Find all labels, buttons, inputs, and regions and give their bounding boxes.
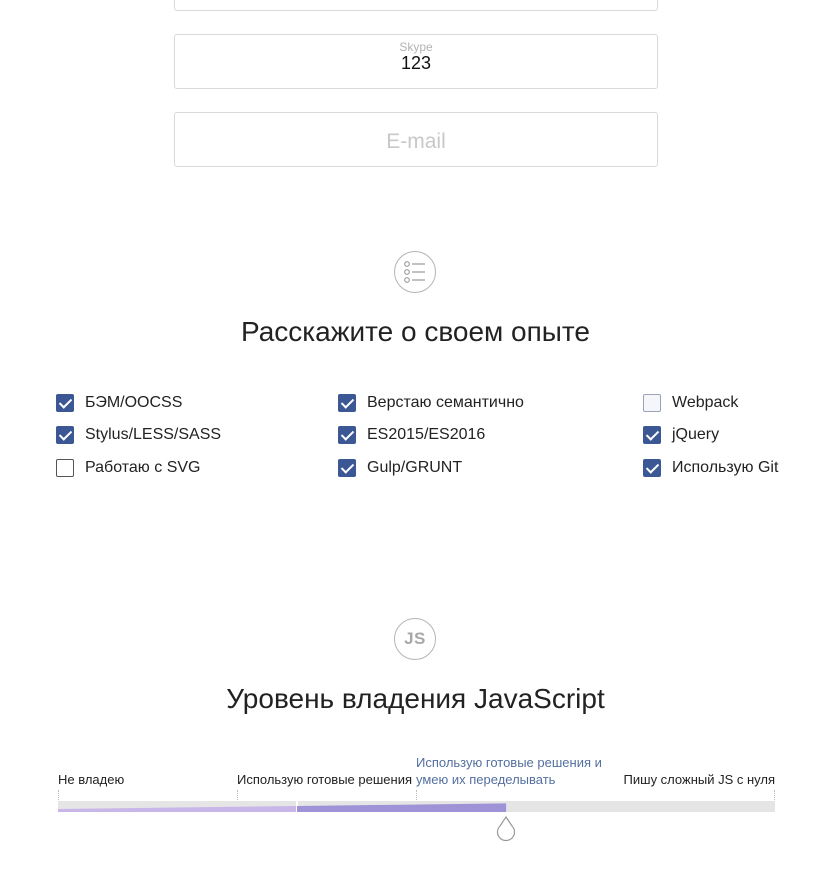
checkbox-label: ES2015/ES2016	[367, 426, 486, 443]
checkbox-checked[interactable]	[338, 459, 356, 477]
checkbox-checked[interactable]	[56, 394, 74, 412]
experience-title: Расскажите о своем опыте	[240, 316, 590, 347]
checkbox-checked[interactable]	[338, 426, 356, 444]
checkbox-label: Верстаю семантично	[367, 394, 524, 411]
checkbox-unchecked[interactable]	[56, 459, 74, 477]
checkbox-item[interactable]: Верстаю семантично	[338, 393, 524, 413]
list-icon	[394, 251, 436, 293]
level-label-2[interactable]: Использую готовые решения и умею их пере…	[416, 754, 606, 788]
checkbox-item[interactable]: Gulp/GRUNT	[338, 458, 462, 478]
checkbox-label: Работаю с SVG	[85, 459, 201, 476]
checkbox-label: Gulp/GRUNT	[367, 459, 463, 476]
checkbox-item[interactable]: БЭМ/OOCSS	[56, 393, 182, 413]
checkbox-item[interactable]: Работаю с SVG	[56, 458, 200, 478]
checkbox-item[interactable]: jQuery	[643, 425, 719, 445]
checkbox-unchecked[interactable]	[643, 394, 661, 412]
slider-handle[interactable]	[495, 816, 517, 842]
js-icon-text: JS	[404, 629, 426, 648]
checkbox-label: Stylus/LESS/SASS	[85, 426, 222, 443]
email-field[interactable]: E-mail	[174, 112, 658, 167]
previous-input-field[interactable]	[174, 0, 658, 11]
js-level-slider-track[interactable]	[58, 801, 775, 812]
checkbox-label: jQuery	[672, 426, 720, 443]
level-label-0[interactable]: Не владею	[58, 771, 124, 788]
js-level-title: Уровень владения JavaScript	[226, 683, 605, 714]
checkbox-label: Использую Git	[672, 459, 779, 476]
checkbox-checked[interactable]	[56, 426, 74, 444]
checkbox-checked[interactable]	[338, 394, 356, 412]
checkbox-checked[interactable]	[643, 426, 661, 444]
checkbox-item[interactable]: Stylus/LESS/SASS	[56, 425, 221, 445]
checkbox-item[interactable]: Webpack	[643, 393, 738, 413]
skype-field[interactable]: Skype 123	[174, 34, 658, 89]
level-label-3[interactable]: Пишу сложный JS с нуля	[624, 771, 775, 788]
js-icon: JS	[394, 618, 436, 660]
checkbox-label: Webpack	[672, 394, 739, 411]
checkbox-item[interactable]: Использую Git	[643, 458, 778, 478]
checkbox-label: БЭМ/OOCSS	[85, 394, 183, 411]
checkbox-checked[interactable]	[643, 459, 661, 477]
email-placeholder[interactable]: E-mail	[175, 130, 657, 154]
level-label-1[interactable]: Использую готовые решения	[237, 771, 412, 788]
skype-label: Skype	[399, 40, 433, 54]
skype-value[interactable]: 123	[175, 53, 657, 74]
checkbox-item[interactable]: ES2015/ES2016	[338, 425, 485, 445]
